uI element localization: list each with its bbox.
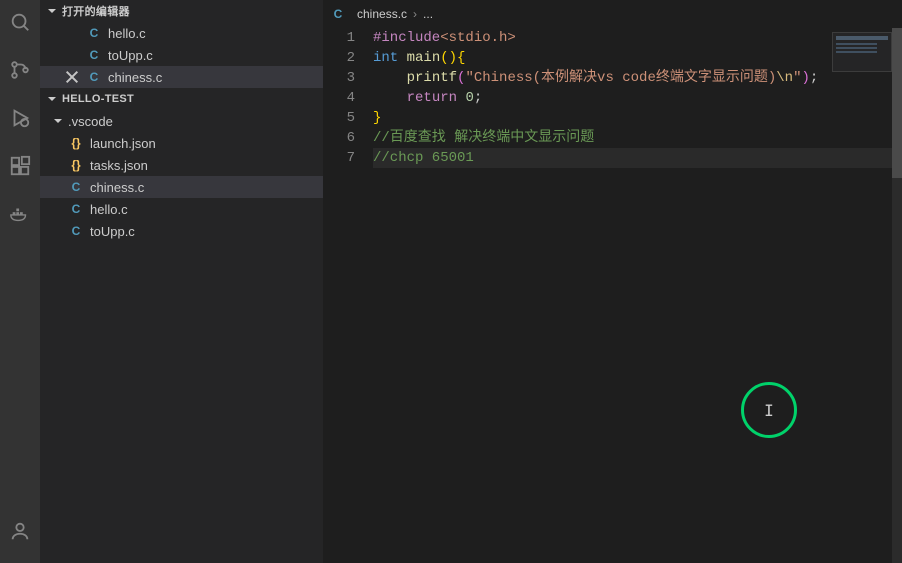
file-tasks-json[interactable]: {} tasks.json [40,154,323,176]
editor-pane: C chiness.c › ... 1 2 3 4 5 6 7 #include… [323,0,902,563]
extensions-icon[interactable] [8,154,32,178]
file-label: chiness.c [108,70,162,85]
account-icon[interactable] [8,519,32,543]
open-editors-header[interactable]: 打开的编辑器 [40,0,323,22]
file-label: chiness.c [90,180,144,195]
file-label: hello.c [90,202,128,217]
chevron-down-icon [46,5,58,17]
c-file-icon: C [86,25,102,41]
folder-label: .vscode [68,114,113,129]
open-editor-chiness[interactable]: C chiness.c [40,66,323,88]
c-file-icon: C [86,47,102,63]
c-file-icon: C [331,7,345,21]
cursor-highlight: I [741,382,797,438]
c-file-icon: C [68,201,84,217]
chevron-down-icon [52,115,64,127]
workspace-label: HELLO-TEST [62,93,134,105]
chevron-down-icon [46,93,58,105]
json-file-icon: {} [68,157,84,173]
file-label: toUpp.c [108,48,153,63]
search-icon[interactable] [8,10,32,34]
activity-bar [0,0,40,563]
open-editor-toupp[interactable]: C toUpp.c [40,44,323,66]
code-content[interactable]: #include<stdio.h> int main(){ printf("Ch… [373,28,902,563]
c-file-icon: C [86,69,102,85]
docker-icon[interactable] [8,202,32,226]
run-debug-icon[interactable] [8,106,32,130]
file-label: tasks.json [90,158,148,173]
file-label: hello.c [108,26,146,41]
breadcrumb-file: chiness.c [357,7,407,21]
source-control-icon[interactable] [8,58,32,82]
chevron-right-icon: › [413,7,417,21]
scroll-thumb[interactable] [892,28,902,178]
close-icon[interactable] [64,69,80,85]
json-file-icon: {} [68,135,84,151]
file-toupp[interactable]: C toUpp.c [40,220,323,242]
breadcrumb[interactable]: C chiness.c › ... [323,0,902,28]
c-file-icon: C [68,179,84,195]
file-label: launch.json [90,136,156,151]
file-hello[interactable]: C hello.c [40,198,323,220]
minimap[interactable] [832,32,892,72]
text-cursor-icon: I [764,401,774,420]
open-editors-label: 打开的编辑器 [62,3,130,19]
breadcrumb-more: ... [423,7,433,21]
code-editor[interactable]: 1 2 3 4 5 6 7 #include<stdio.h> int main… [323,28,902,563]
folder-vscode[interactable]: .vscode [40,110,323,132]
open-editor-hello[interactable]: C hello.c [40,22,323,44]
c-file-icon: C [68,223,84,239]
line-gutter: 1 2 3 4 5 6 7 [323,28,373,563]
sidebar: 打开的编辑器 C hello.c C toUpp.c C chiness.c H… [40,0,323,563]
file-label: toUpp.c [90,224,135,239]
file-launch-json[interactable]: {} launch.json [40,132,323,154]
file-chiness[interactable]: C chiness.c [40,176,323,198]
workspace-header[interactable]: HELLO-TEST [40,88,323,110]
